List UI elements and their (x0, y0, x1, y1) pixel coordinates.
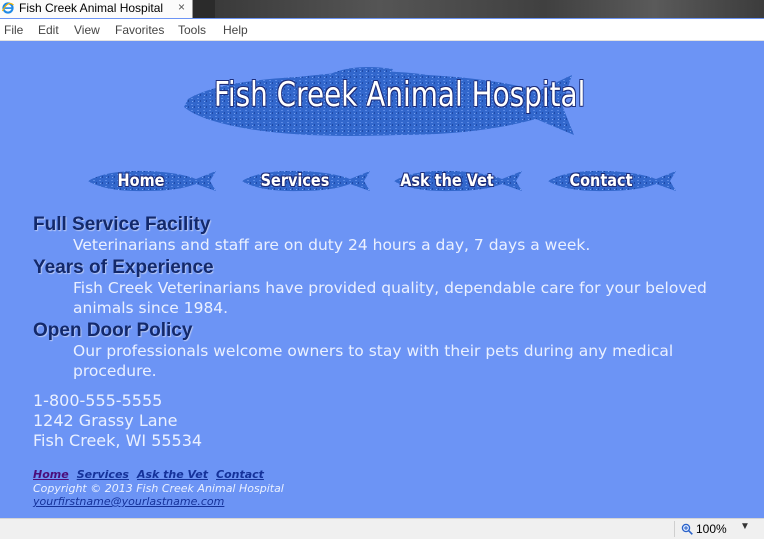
browser-tab-bar: Fish Creek Animal Hospital × (0, 0, 764, 18)
menu-edit[interactable]: Edit (38, 23, 59, 37)
menu-favorites[interactable]: Favorites (115, 23, 164, 37)
copyright-notice: Copyright © 2013 Fish Creek Animal Hospi… (33, 482, 284, 495)
nav-contact-label: Contact (569, 171, 633, 191)
footer-link-ask-the-vet[interactable]: Ask the Vet (137, 468, 208, 481)
nav-home-button[interactable]: Home (86, 167, 218, 195)
feature-heading: Years of Experience (33, 257, 214, 278)
feature-description: Our professionals welcome owners to stay… (73, 342, 674, 380)
menu-view[interactable]: View (74, 23, 100, 37)
contact-address: 1-800-555-5555 1242 Grassy Lane Fish Cre… (33, 391, 202, 451)
feature-description: Veterinarians and staff are on duty 24 h… (73, 236, 591, 254)
footer-link-home[interactable]: Home (33, 468, 69, 481)
zoom-dropdown-icon[interactable]: ▼ (740, 521, 750, 532)
menu-tools[interactable]: Tools (178, 23, 206, 37)
nav-ask-the-vet-label: Ask the Vet (400, 171, 494, 191)
status-bar: 100% ▼ (0, 518, 764, 539)
status-divider (674, 521, 675, 537)
email-link[interactable]: yourfirstname@yourlastname.com (33, 495, 224, 508)
site-logo: Fish Creek Animal Hospital (178, 61, 586, 145)
nav-contact-button[interactable]: Contact (546, 167, 678, 195)
nav-home-label: Home (117, 171, 165, 191)
feature-heading: Open Door Policy (33, 320, 193, 341)
feature-heading: Full Service Facility (33, 214, 211, 235)
tab-title: Fish Creek Animal Hospital (19, 1, 164, 15)
footer-nav: Home Services Ask the Vet Contact (33, 468, 284, 481)
menu-file[interactable]: File (4, 23, 23, 37)
feature-description: Fish Creek Veterinarians have provided q… (73, 279, 707, 317)
street-address: 1242 Grassy Lane (33, 411, 178, 430)
blurred-tab-area (215, 0, 764, 18)
logo-title: Fish Creek Animal Hospital (213, 75, 586, 115)
city-state-zip: Fish Creek, WI 55534 (33, 431, 203, 450)
browser-tab[interactable]: Fish Creek Animal Hospital × (0, 0, 193, 18)
nav-ask-the-vet-button[interactable]: Ask the Vet (392, 167, 524, 195)
web-page: Fish Creek Animal Hospital Home Services… (0, 41, 764, 518)
internet-explorer-icon (2, 2, 14, 14)
phone-number: 1-800-555-5555 (33, 391, 163, 410)
footer-link-contact[interactable]: Contact (216, 468, 264, 481)
menu-bar: File Edit View Favorites Tools Help (0, 19, 764, 41)
nav-services-button[interactable]: Services (240, 167, 372, 195)
nav-services-label: Services (260, 171, 330, 191)
close-tab-icon[interactable]: × (178, 0, 185, 14)
page-footer: Home Services Ask the Vet Contact Copyright… (33, 468, 284, 508)
footer-link-services[interactable]: Services (77, 468, 129, 481)
zoom-level[interactable]: 100% (696, 522, 727, 536)
zoom-magnifier-icon[interactable] (681, 523, 693, 535)
feature-list: Full Service Facility Veterinarians and … (33, 214, 743, 383)
menu-help[interactable]: Help (223, 23, 248, 37)
